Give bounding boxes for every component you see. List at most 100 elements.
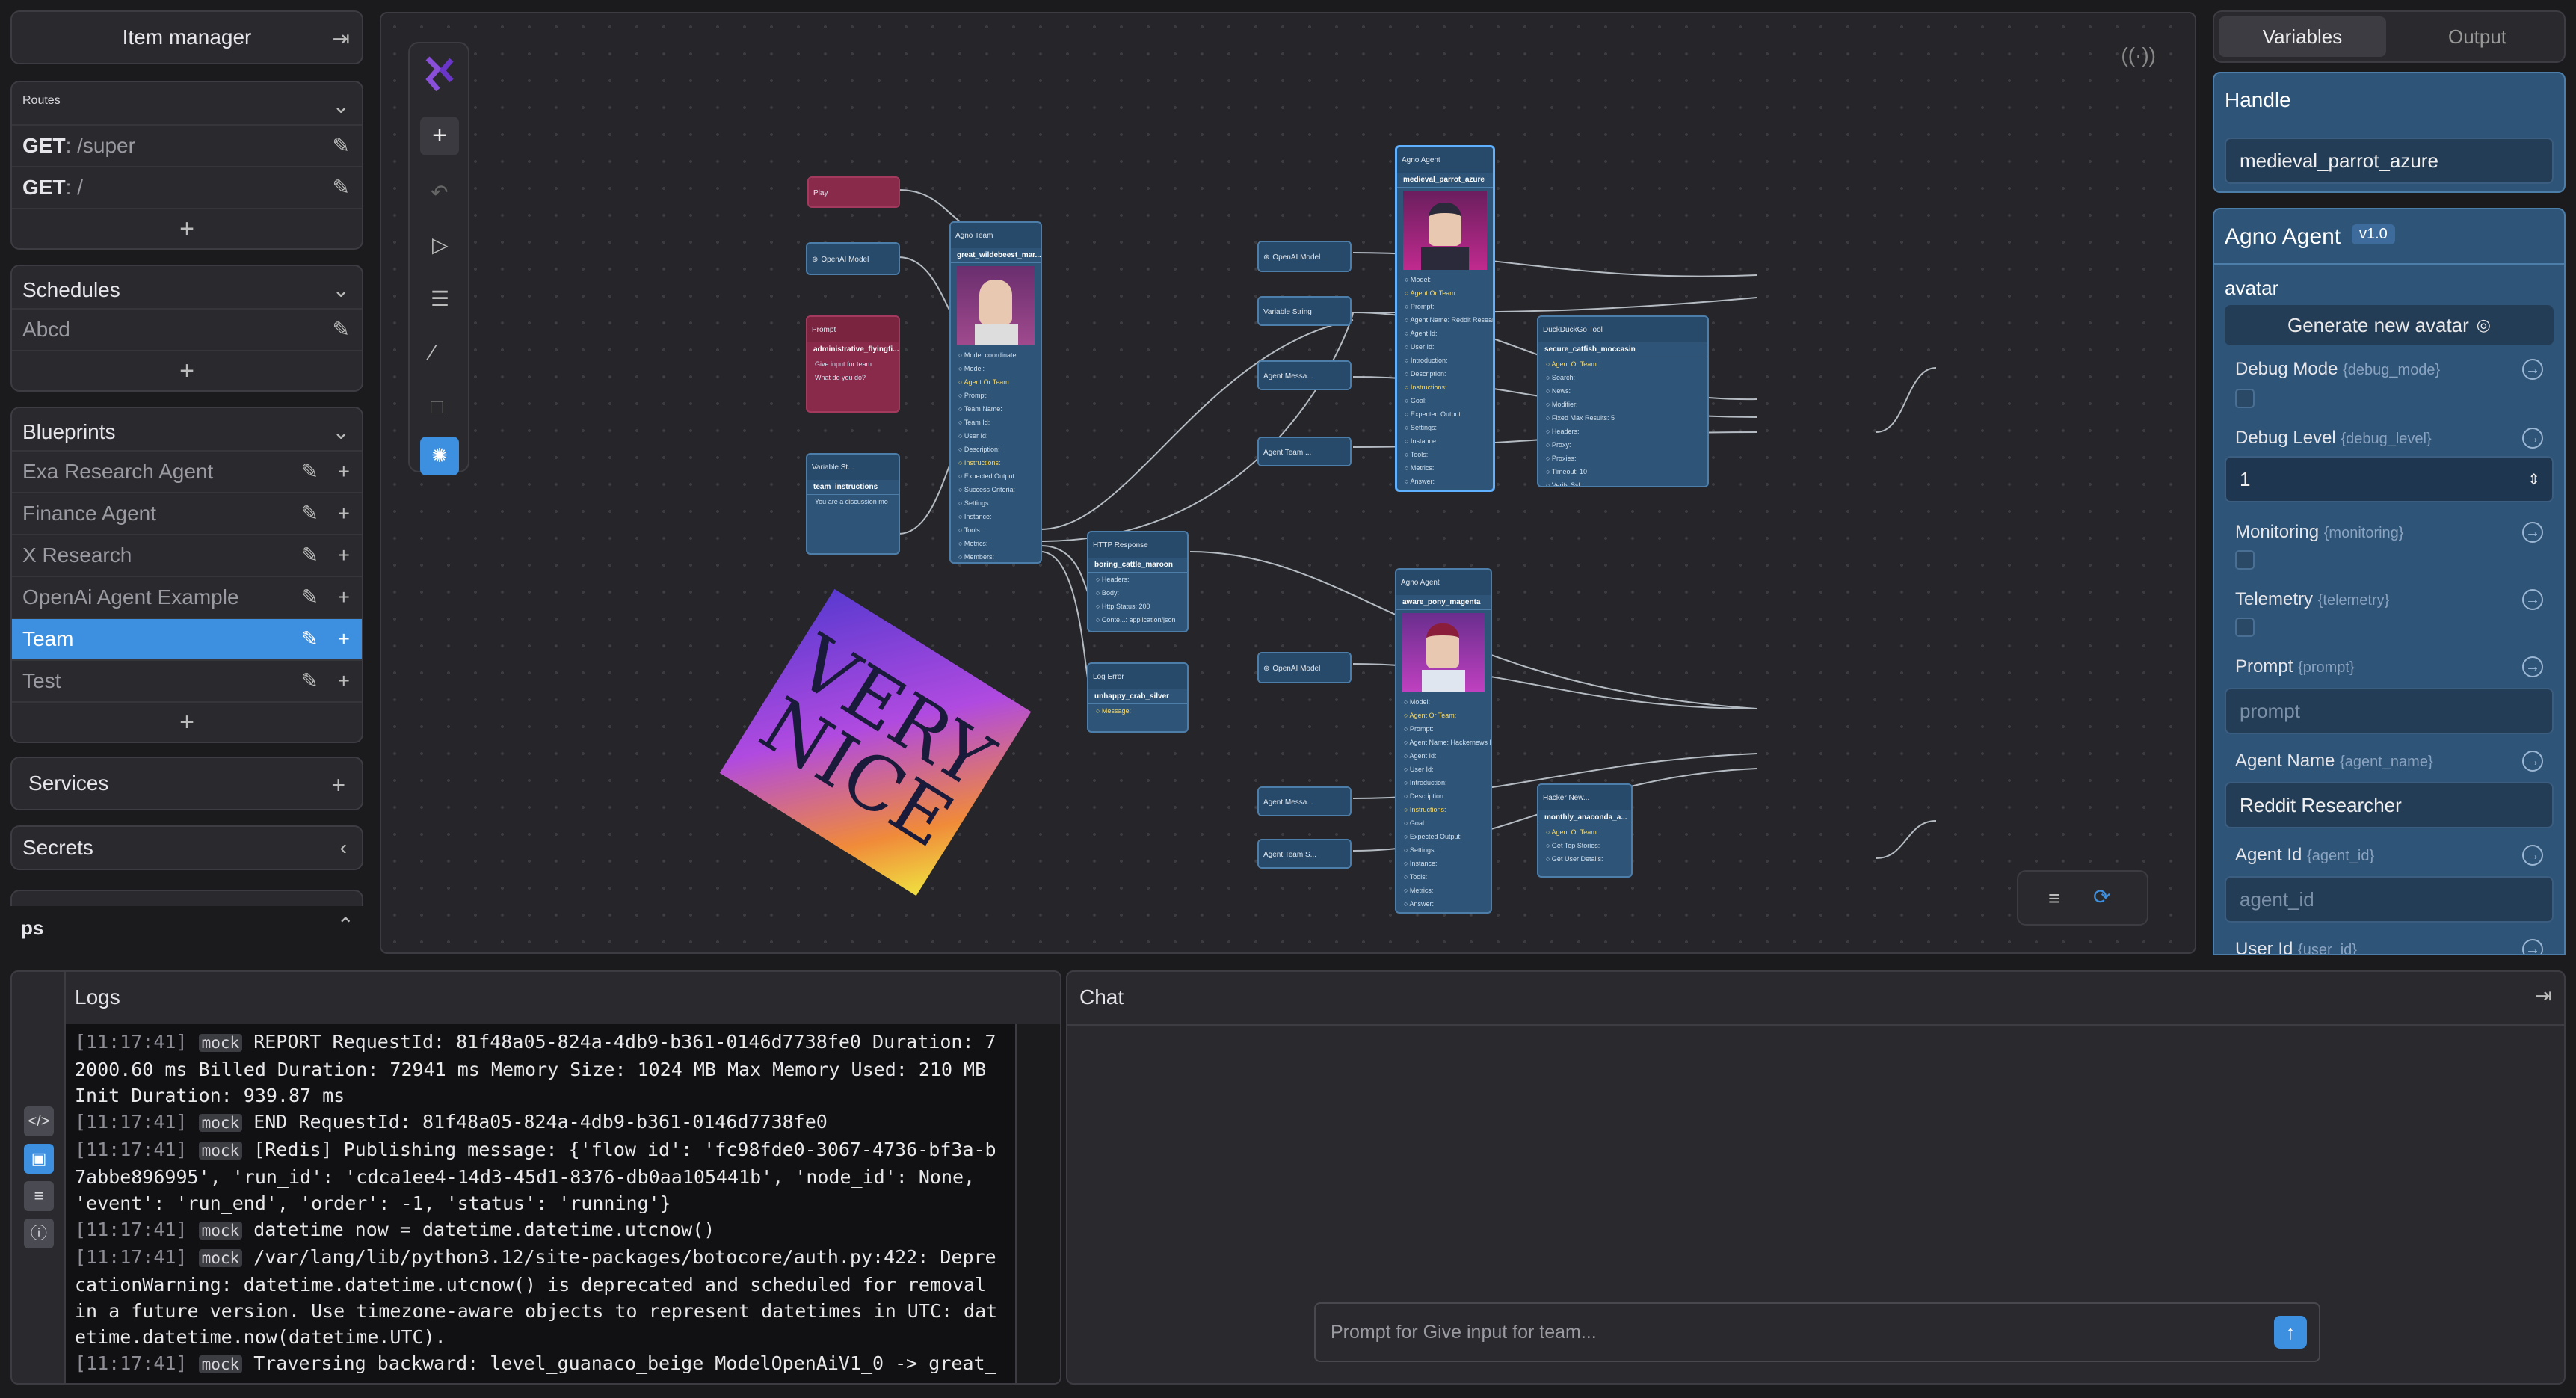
node-field[interactable]: ○ Tools: — [1396, 870, 1491, 884]
menu-icon[interactable]: ≡ — [2048, 888, 2060, 909]
node-field[interactable]: ○ Model: — [1396, 695, 1491, 709]
node-field[interactable]: ○ Answer: — [1397, 475, 1493, 488]
node-field[interactable]: ○ Goal: — [1396, 816, 1491, 830]
node-field[interactable]: ○ Settings: — [1397, 421, 1493, 434]
node-field[interactable]: ○ Instructions: — [1397, 381, 1493, 394]
node-field[interactable]: ○ Agent Name: Reddit Researcher — [1397, 313, 1493, 327]
node-field[interactable]: ○ Prompt: — [1396, 722, 1491, 736]
secrets-section[interactable]: Secrets ‹ — [10, 825, 363, 870]
agno-agent-node-selected[interactable]: Agno Agent medieval_parrot_azure ○ Model… — [1395, 145, 1495, 492]
node-field[interactable]: ○ Instance: — [951, 510, 1041, 523]
flow-canvas[interactable]: + ↶ ▷ ☰ ⁄ □ ✺ ((·)) Play ⊛ OpenAI Model … — [380, 12, 2196, 954]
route-item[interactable]: GET: /super ✎ — [12, 124, 362, 166]
prompt-input[interactable]: prompt — [2225, 688, 2554, 734]
node-field[interactable]: ○ Proxies: — [1538, 452, 1707, 465]
add-icon[interactable]: + — [338, 545, 350, 566]
edit-icon[interactable]: ✎ — [301, 671, 318, 692]
node-field[interactable]: ○ Agent Id: — [1397, 327, 1493, 340]
monitoring-checkbox[interactable] — [2235, 550, 2255, 570]
agent-team-node[interactable]: Agent Team S... — [1257, 839, 1352, 869]
schedule-item[interactable]: Abcd ✎ — [12, 308, 362, 350]
node-field[interactable]: ○ Model: — [1397, 273, 1493, 286]
edit-icon[interactable]: ✎ — [333, 319, 350, 340]
add-input-icon[interactable]: → — [2522, 589, 2543, 610]
node-field[interactable]: ○ Metrics: — [1397, 461, 1493, 475]
node-field[interactable]: ○ Agent Or Team: — [1538, 357, 1707, 371]
route-item[interactable]: GET: / ✎ — [12, 166, 362, 208]
node-field[interactable]: ○ Settings: — [951, 496, 1041, 510]
add-icon[interactable]: + — [338, 503, 350, 524]
send-button[interactable]: ↑ — [2274, 1316, 2307, 1349]
add-schedule-button[interactable]: + — [12, 350, 362, 390]
blueprint-item[interactable]: OpenAi Agent Example ✎ + — [12, 576, 362, 618]
node-field[interactable]: ○ Agent Or Team: — [1396, 709, 1491, 722]
add-input-icon[interactable]: → — [2522, 939, 2543, 954]
node-field[interactable]: ○ Introduction: — [1396, 776, 1491, 789]
node-field[interactable]: ○ Instructions: — [1396, 803, 1491, 816]
node-field[interactable]: ○ Verify Ssl: — [1538, 478, 1707, 486]
add-service-icon[interactable]: + — [331, 773, 345, 797]
chevron-left-icon[interactable]: ‹ — [340, 837, 347, 858]
node-field[interactable]: ○ Http Status: 200 — [1088, 600, 1187, 613]
agent-id-input[interactable]: agent_id — [2225, 876, 2554, 923]
edit-icon[interactable]: ✎ — [301, 503, 318, 524]
node-field[interactable]: ○ Instance: — [1397, 434, 1493, 448]
node-field[interactable]: ○ User Id: — [951, 429, 1041, 443]
tab-variables[interactable]: Variables — [2219, 16, 2386, 57]
stepper-arrows-icon[interactable]: ⇕ — [2527, 470, 2540, 489]
node-field[interactable]: ○ Prompt: — [1397, 300, 1493, 313]
node-field[interactable]: ○ Instructions: — [951, 456, 1041, 469]
node-field[interactable]: ○ User Id: — [1396, 763, 1491, 776]
chat-input[interactable]: Prompt for Give input for team... ↑ — [1314, 1302, 2320, 1362]
tab-output[interactable]: Output — [2394, 16, 2561, 57]
add-input-icon[interactable]: → — [2522, 845, 2543, 866]
node-field[interactable]: ○ Headers: — [1538, 425, 1707, 438]
node-field[interactable]: ○ Expected Output: — [951, 469, 1041, 483]
node-field[interactable]: ○ Metrics: — [1396, 884, 1491, 897]
add-input-icon[interactable]: → — [2522, 751, 2543, 772]
collapse-chat-icon[interactable]: ⇥ — [2535, 985, 2552, 1006]
node-field[interactable]: ○ Metrics: — [951, 537, 1041, 550]
blueprint-item[interactable]: Test ✎ + — [12, 659, 362, 701]
node-field[interactable]: ○ Description: — [1396, 789, 1491, 803]
node-field[interactable]: ○ Fixed Max Results: 5 — [1538, 411, 1707, 425]
node-field[interactable]: ○ Members: — [951, 550, 1041, 562]
node-field[interactable]: ○ Answer: — [1396, 897, 1491, 911]
blueprint-item-selected[interactable]: Team ✎ + — [12, 618, 362, 659]
node-field[interactable]: ○ Agent Id: — [1396, 749, 1491, 763]
node-field[interactable]: ○ Instance: — [1396, 857, 1491, 870]
logs-output[interactable]: [11:17:41] mock REPORT RequestId: 81f48a… — [66, 1024, 1015, 1383]
agno-team-node[interactable]: Agno Team great_wildebeest_mar... ○ Mode… — [949, 221, 1042, 564]
info-icon[interactable]: ⓘ — [24, 1219, 54, 1248]
edit-icon[interactable]: ✎ — [333, 177, 350, 198]
add-route-button[interactable]: + — [12, 208, 362, 248]
add-input-icon[interactable]: → — [2522, 522, 2543, 543]
node-field[interactable]: ○ Headers: — [1088, 573, 1187, 586]
list-icon[interactable]: ≡ — [24, 1181, 54, 1211]
services-section[interactable]: Services + — [10, 757, 363, 810]
node-field[interactable]: ○ Modifier: — [1538, 398, 1707, 411]
code-icon[interactable]: </> — [24, 1106, 54, 1136]
node-field[interactable]: ○ Agent Or Team: — [951, 375, 1041, 389]
node-field[interactable]: ○ Description: — [1397, 367, 1493, 381]
refresh-icon[interactable]: ⟳ — [2093, 887, 2110, 908]
log-error-node[interactable]: Log Error unhappy_crab_silver ○ Message: — [1087, 662, 1189, 733]
edit-icon[interactable]: ✎ — [301, 461, 318, 482]
node-field[interactable]: ○ Tools: — [1397, 448, 1493, 461]
handle-input[interactable]: medieval_parrot_azure — [2225, 138, 2554, 184]
prompt-node[interactable]: Prompt administrative_flyingfi... Give i… — [806, 315, 900, 413]
node-field[interactable]: ○ Mode: coordinate — [951, 348, 1041, 362]
add-icon[interactable]: + — [338, 461, 350, 482]
node-field[interactable]: ○ Settings: — [1396, 843, 1491, 857]
agent-message-node[interactable]: Agent Messa... — [1257, 360, 1352, 390]
variable-node[interactable]: Variable St... team_instructions You are… — [806, 453, 900, 555]
debug-level-stepper[interactable]: 1 ⇕ — [2225, 456, 2554, 502]
node-field[interactable]: ○ Agent Name: Hackernews Researcher — [1396, 736, 1491, 749]
chevron-down-icon[interactable]: ⌄ — [333, 96, 350, 117]
node-field[interactable]: ○ Prompt: — [951, 389, 1041, 402]
add-input-icon[interactable]: → — [2522, 656, 2543, 677]
node-field[interactable]: ○ Agent Or Team: — [1397, 286, 1493, 300]
edit-icon[interactable]: ✎ — [301, 629, 318, 650]
logs-view-icon[interactable]: ▣ — [24, 1144, 54, 1174]
agent-name-input[interactable]: Reddit Researcher — [2225, 782, 2554, 828]
